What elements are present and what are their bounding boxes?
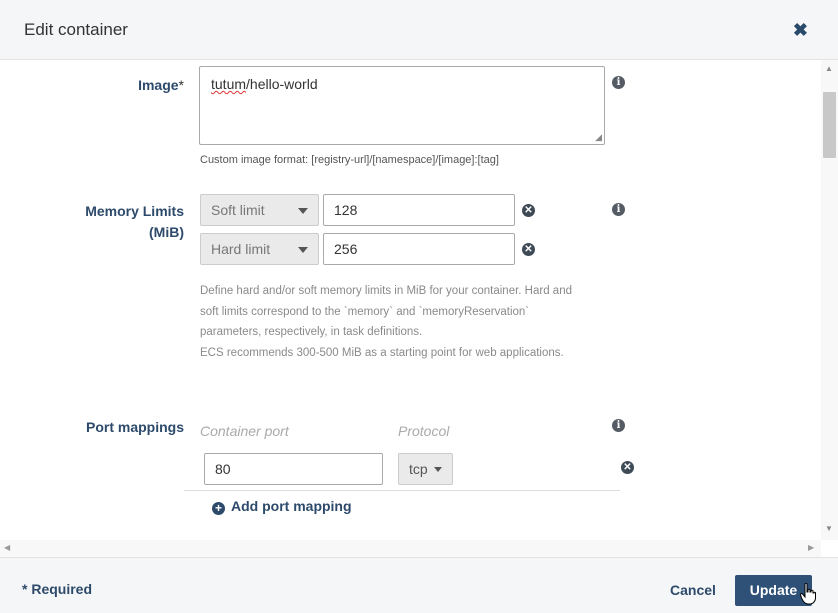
image-value-rest: /hello-world <box>246 76 318 92</box>
memory-limits-label: Memory Limits (MiB) <box>85 203 184 240</box>
protocol-header: Protocol <box>398 423 450 439</box>
dropdown-caret-icon <box>298 208 308 214</box>
container-port-header: Container port <box>200 423 289 439</box>
modal-title: Edit container <box>24 20 128 39</box>
memory-help-text: Define hard and/or soft memory limits in… <box>200 285 572 359</box>
scrollbar-thumb[interactable] <box>823 92 836 158</box>
scroll-right-arrow-icon[interactable]: ▶ <box>808 543 814 552</box>
modal-footer: * Required Cancel Update <box>0 557 838 613</box>
dropdown-caret-icon <box>434 467 442 472</box>
dropdown-caret-icon <box>298 247 308 253</box>
hand-cursor-icon <box>800 583 816 605</box>
image-textarea[interactable]: tutum/hello-world ◢ <box>199 66 605 145</box>
protocol-select[interactable]: tcp <box>398 453 453 485</box>
scroll-down-arrow-icon[interactable]: ▼ <box>825 524 833 533</box>
image-value-underlined: tutum <box>211 76 247 92</box>
image-label: Image* <box>138 77 184 93</box>
image-help-text: Custom image format: [registry-url]/[nam… <box>200 154 499 166</box>
remove-port-mapping-icon[interactable]: ✕ <box>621 461 634 474</box>
clear-circle-icon[interactable]: ✕ <box>522 204 535 217</box>
info-icon[interactable]: i <box>612 76 625 89</box>
modal-header: Edit container ✖ <box>0 0 838 60</box>
port-mappings-label: Port mappings <box>85 419 184 435</box>
plus-circle-icon: + <box>212 502 225 515</box>
horizontal-scrollbar[interactable]: ◀ ▶ <box>0 540 821 557</box>
hard-limit-select[interactable]: Hard limit <box>200 233 319 265</box>
hard-limit-input[interactable]: 256 <box>323 233 515 265</box>
required-note: * Required <box>22 581 93 597</box>
soft-limit-select[interactable]: Soft limit <box>200 194 319 226</box>
modal-body[interactable]: Image* tutum/hello-world ◢ i Custom imag… <box>0 60 838 557</box>
scroll-up-arrow-icon[interactable]: ▲ <box>825 64 833 73</box>
row-divider <box>184 490 620 491</box>
add-port-mapping-button[interactable]: + Add port mapping <box>212 498 352 515</box>
scroll-left-arrow-icon[interactable]: ◀ <box>4 543 10 552</box>
vertical-scrollbar[interactable]: ▲ ▼ <box>821 60 838 540</box>
clear-circle-icon[interactable]: ✕ <box>522 243 535 256</box>
cancel-button[interactable]: Cancel <box>670 582 716 598</box>
soft-limit-input[interactable]: 128 <box>323 194 515 226</box>
container-port-input[interactable]: 80 <box>204 453 383 485</box>
close-icon[interactable]: ✖ <box>793 20 808 40</box>
info-icon[interactable]: i <box>612 419 625 432</box>
info-icon[interactable]: i <box>612 203 625 216</box>
resize-handle-icon[interactable]: ◢ <box>595 132 602 143</box>
